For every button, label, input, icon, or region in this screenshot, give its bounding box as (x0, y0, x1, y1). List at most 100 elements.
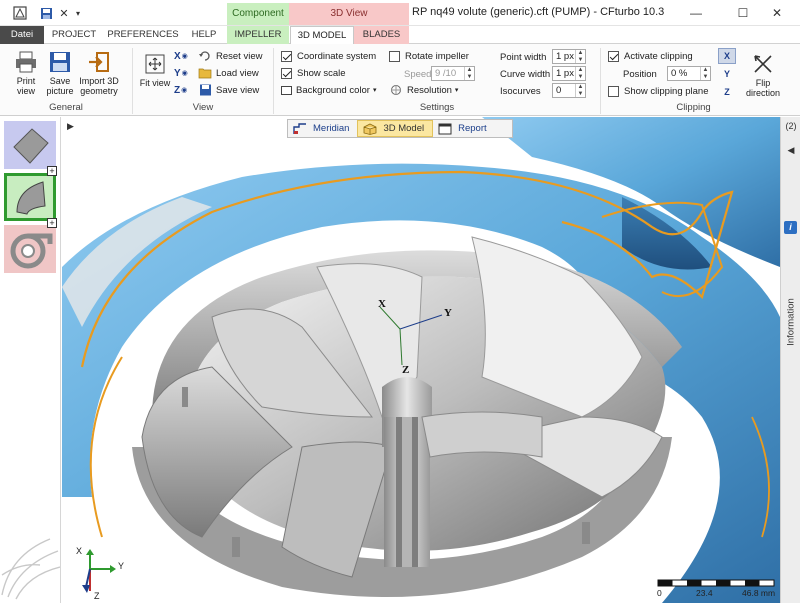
coordinate-system-label: Coordinate system (297, 50, 377, 62)
watermark-blades-icon (1, 538, 60, 600)
add-component-button[interactable]: + (47, 166, 57, 176)
show-clipping-plane-checkbox[interactable]: Show clipping plane (608, 84, 709, 98)
add-component-button[interactable]: + (47, 218, 57, 228)
fit-view-button[interactable]: Fit view (139, 52, 171, 88)
model-axis-z-label: Z (402, 364, 410, 376)
axis-x-label: X (174, 50, 181, 62)
tab-3d-model-view[interactable]: 3D Model (357, 120, 434, 137)
spinner-arrows-icon: ▲ ▼ (575, 84, 585, 97)
coordinate-system-checkbox[interactable]: Coordinate system (281, 49, 376, 63)
curve-width-spinner[interactable]: 1 px ▲ ▼ (552, 66, 586, 81)
speed-spinner[interactable]: 9 /10 ▲ ▼ (431, 66, 475, 81)
scale-bar: 0 23.4 46.8 mm (656, 578, 776, 600)
component-panel: + + (0, 117, 61, 603)
background-color-dropdown[interactable]: Background color ▾ (281, 83, 376, 97)
tab-3d-model-label: 3D Model (383, 123, 425, 134)
reset-view-label: Reset view (216, 50, 263, 62)
customize-dropdown-icon[interactable]: ▾ (73, 5, 83, 21)
component-thumb-impeller[interactable] (4, 173, 56, 221)
ribbon-panel: Print view Save picture Import 3D geomet… (0, 44, 800, 116)
import-3d-geometry-button[interactable]: Import 3D geometry (77, 50, 121, 96)
reset-view-button[interactable]: Reset view (198, 49, 262, 63)
flip-direction-icon (754, 55, 772, 73)
curve-width-label: Curve width (500, 68, 551, 80)
corner-axis-z-label: Z (94, 591, 100, 601)
information-tab[interactable]: Information (781, 282, 800, 362)
chevron-down-icon: ▾ (372, 87, 377, 94)
cube-icon (364, 123, 377, 135)
flip-direction-button[interactable]: Flip direction (742, 52, 784, 98)
close-button[interactable]: ✕ (754, 0, 800, 26)
info-icon[interactable]: i (784, 221, 797, 234)
print-view-button[interactable]: Print view (8, 50, 44, 96)
tab-report[interactable]: Report (433, 120, 495, 137)
point-width-label: Point width (500, 51, 547, 63)
save-view-button[interactable]: Save view (198, 83, 259, 97)
fit-view-label: Fit view (139, 78, 171, 88)
point-width-spinner[interactable]: 1 px ▲ ▼ (552, 49, 586, 64)
information-panel[interactable]: (2) ◀ Information i (780, 117, 800, 603)
activate-clipping-checkbox[interactable]: Activate clipping (608, 49, 693, 63)
model-axis-y-label: Y (444, 307, 452, 319)
rotate-impeller-label: Rotate impeller (405, 50, 469, 62)
view-axis-y-button[interactable]: Y ◉ (174, 66, 188, 80)
load-view-button[interactable]: Load view (198, 66, 259, 80)
clip-axis-z-button[interactable]: Z (718, 84, 736, 100)
settings-group-label: Settings (419, 102, 455, 113)
tab-impeller[interactable]: IMPELLER (227, 26, 289, 44)
general-group-label: General (49, 102, 83, 113)
resolution-dropdown[interactable]: Resolution ▾ (389, 83, 458, 97)
tab-meridian-label: Meridian (313, 123, 350, 134)
window-title: RP nq49 volute (generic).cft (PUMP) - CF… (412, 6, 665, 18)
curve-width-value: 1 px (556, 68, 574, 79)
information-count: (2) (785, 121, 797, 131)
eye-icon: ◉ (181, 70, 188, 77)
component-thumb-inlet[interactable] (4, 121, 56, 169)
tab-3d-model[interactable]: 3D MODEL (290, 26, 354, 45)
report-icon (438, 123, 452, 134)
view-tab-strip: Meridian 3D Model Report (287, 119, 513, 138)
clip-axis-y-label: Y (723, 69, 730, 79)
chevron-down-icon: ▾ (454, 87, 459, 94)
print-view-label: Print view (16, 76, 36, 96)
close-file-icon[interactable]: ✕ (57, 5, 71, 21)
tab-report-label: Report (458, 123, 487, 134)
clipping-group-label: Clipping (676, 102, 711, 113)
position-label: Position (623, 68, 657, 80)
tab-datei[interactable]: Datei (0, 26, 44, 44)
3d-model-render (62, 117, 780, 603)
rotate-impeller-checkbox[interactable]: Rotate impeller (389, 49, 469, 63)
tab-meridian[interactable]: Meridian (288, 120, 357, 137)
context-3dview-label: 3D View (289, 3, 409, 25)
save-picture-label: Save picture (46, 76, 74, 96)
eye-icon: ◉ (181, 87, 188, 94)
3d-viewport[interactable]: X Y Z ▶ X Y Z (62, 117, 780, 603)
tab-project[interactable]: PROJECT (49, 26, 99, 44)
view-axis-z-button[interactable]: Z ◉ (174, 83, 187, 97)
component-thumb-volute[interactable] (4, 225, 56, 273)
save-picture-button[interactable]: Save picture (44, 50, 76, 96)
tab-help[interactable]: HELP (184, 26, 224, 44)
checkbox-box (281, 50, 292, 62)
floppy-icon (50, 52, 70, 72)
clip-axis-y-button[interactable]: Y (718, 66, 736, 82)
isocurves-spinner[interactable]: 0 ▲ ▼ (552, 83, 586, 98)
app-icon[interactable] (12, 5, 28, 21)
view-axis-x-button[interactable]: X ◉ (174, 49, 188, 63)
view-group-label: View (192, 102, 214, 113)
collapse-arrow-icon[interactable]: ◀ (781, 145, 800, 156)
eye-icon: ◉ (181, 53, 188, 60)
clip-axis-x-button[interactable]: X (718, 48, 736, 64)
tab-blades[interactable]: BLADES (354, 26, 409, 44)
save-icon[interactable] (38, 5, 54, 21)
show-scale-checkbox[interactable]: Show scale (281, 66, 346, 80)
folder-icon (198, 68, 212, 79)
tab-preferences[interactable]: PREFERENCES (106, 26, 180, 44)
minimize-button[interactable]: — (673, 0, 719, 26)
clipping-position-spinner[interactable]: 0 % ▲ ▼ (667, 66, 711, 81)
expand-panel-button[interactable]: ▶ (67, 121, 74, 132)
scale-bar-graphic (657, 579, 775, 587)
fit-view-icon (145, 54, 165, 74)
corner-axis-y-label: Y (118, 561, 125, 571)
volute-icon (10, 233, 53, 269)
